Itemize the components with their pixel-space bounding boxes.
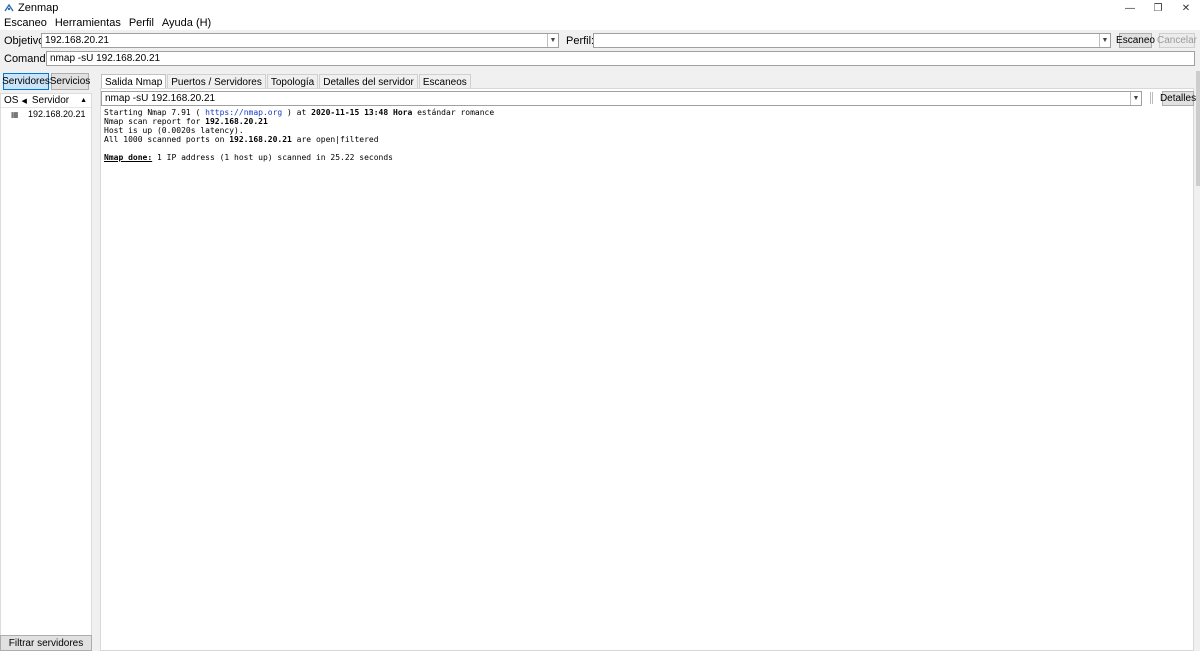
main-tabs: Salida Nmap Puertos / Servidores Topolog…: [101, 74, 472, 89]
output-line-2: Nmap scan report for 192.168.20.21: [104, 117, 268, 126]
title-bar: Zenmap — ❐ ✕: [0, 0, 1200, 16]
menu-profile[interactable]: Perfil: [129, 17, 154, 29]
output-select[interactable]: nmap -sU 192.168.20.21 ▼: [101, 91, 1142, 106]
output-ip: 192.168.20.21: [229, 135, 292, 144]
chevron-down-icon[interactable]: ▼: [1130, 92, 1141, 105]
target-row: Objetivo: 192.168.20.21 ▼ Perfil: ▼ Esca…: [0, 33, 1200, 49]
chevron-down-icon[interactable]: ▼: [1099, 34, 1110, 47]
window-controls: — ❐ ✕: [1116, 0, 1200, 16]
restore-icon[interactable]: ❐: [1144, 0, 1172, 16]
profile-label: Perfil:: [566, 35, 595, 47]
hosts-list: OS ◀ Servidor ▲ ▦ 192.168.20.21: [0, 93, 92, 636]
column-os[interactable]: OS: [4, 95, 18, 106]
tab-hosts[interactable]: Servidores: [2, 73, 50, 90]
output-text: All 1000 scanned ports on: [104, 135, 230, 144]
host-address[interactable]: 192.168.20.21: [28, 109, 86, 119]
window-scrollbar[interactable]: [1196, 71, 1200, 186]
details-button[interactable]: Detalles: [1160, 91, 1196, 106]
output-line-1: Starting Nmap 7.91 ( https://nmap.org ) …: [104, 108, 494, 117]
profile-combo[interactable]: ▼: [593, 33, 1111, 48]
menu-tools[interactable]: Herramientas: [55, 17, 121, 29]
zenmap-app-icon: [4, 3, 14, 12]
output-line-3: Host is up (0.0020s latency).: [104, 126, 244, 135]
column-host[interactable]: Servidor: [32, 95, 69, 106]
tab-scans[interactable]: Escaneos: [418, 74, 471, 89]
chevron-down-icon[interactable]: ▼: [547, 34, 558, 47]
host-row[interactable]: ▦ 192.168.20.21: [1, 108, 91, 120]
output-text: estándar romance: [412, 108, 495, 117]
nmap-output-text: Starting Nmap 7.91 ( https://nmap.org ) …: [104, 108, 494, 162]
tab-services[interactable]: Servicios: [50, 73, 90, 90]
splitter-handle[interactable]: [1150, 92, 1153, 104]
output-text: Starting Nmap 7.91 (: [104, 108, 206, 117]
close-icon[interactable]: ✕: [1172, 0, 1200, 16]
window-title: Zenmap: [18, 2, 59, 14]
sort-left-icon[interactable]: ◀: [21, 97, 26, 105]
cancel-button[interactable]: Cancelar: [1157, 33, 1197, 48]
output-date: 2020-11-15 13:48 Hora: [311, 108, 413, 117]
menu-bar: Escaneo Herramientas Perfil Ayuda (H): [0, 16, 1200, 30]
target-value[interactable]: 192.168.20.21: [42, 35, 547, 46]
nmap-link[interactable]: https://nmap.org: [205, 108, 282, 117]
sidebar: Servidores Servicios OS ◀ Servidor ▲ ▦ 1…: [0, 71, 92, 651]
sort-up-icon[interactable]: ▲: [80, 97, 87, 104]
filter-hosts-button[interactable]: Filtrar servidores: [0, 635, 92, 651]
tab-host-details[interactable]: Detalles del servidor: [319, 74, 418, 89]
tab-topology[interactable]: Topología: [266, 74, 319, 89]
output-panel: [100, 88, 1194, 651]
command-row: Comando: nmap -sU 192.168.20.21: [0, 51, 1200, 67]
hosts-header: OS ◀ Servidor ▲: [1, 94, 91, 108]
tab-ports-hosts[interactable]: Puertos / Servidores: [167, 74, 266, 89]
output-ip: 192.168.20.21: [205, 117, 268, 126]
minimize-icon[interactable]: —: [1116, 0, 1144, 16]
output-done: Nmap done:: [104, 153, 153, 162]
menu-scan[interactable]: Escaneo: [4, 17, 47, 29]
target-combo[interactable]: 192.168.20.21 ▼: [41, 33, 559, 48]
output-select-value[interactable]: nmap -sU 192.168.20.21: [102, 93, 1130, 104]
output-line-6: Nmap done: 1 IP address (1 host up) scan…: [104, 153, 393, 162]
output-text: Nmap scan report for: [104, 117, 206, 126]
menu-help[interactable]: Ayuda (H): [162, 17, 211, 29]
os-windows-icon: ▦: [11, 109, 19, 119]
output-line-4: All 1000 scanned ports on 192.168.20.21 …: [104, 135, 379, 144]
output-text: are open|filtered: [291, 135, 379, 144]
scan-button[interactable]: Escaneo: [1116, 33, 1155, 48]
output-text: 1 IP address (1 host up) scanned in 25.2…: [152, 153, 393, 162]
tab-nmap-output[interactable]: Salida Nmap: [101, 74, 167, 89]
command-input[interactable]: nmap -sU 192.168.20.21: [46, 51, 1195, 66]
output-text: ) at: [282, 108, 312, 117]
